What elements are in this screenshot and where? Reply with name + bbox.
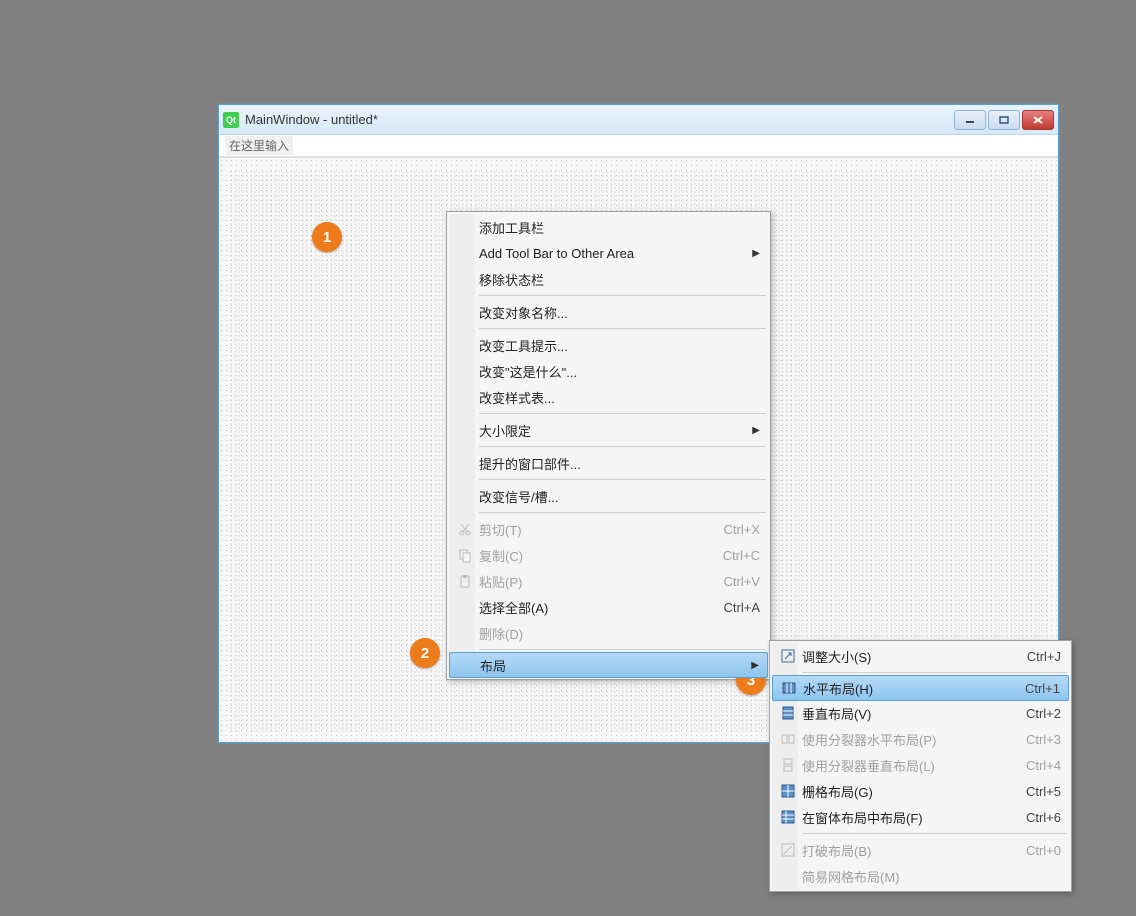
close-button[interactable] — [1022, 110, 1054, 130]
menu-add-toolbar[interactable]: 添加工具栏 — [449, 214, 768, 240]
titlebar[interactable]: Qt MainWindow - untitled* — [219, 105, 1058, 135]
window-buttons — [954, 110, 1054, 130]
cut-icon — [453, 522, 477, 536]
menu-separator — [802, 672, 1067, 673]
minimize-button[interactable] — [954, 110, 986, 130]
vertical-layout-icon — [776, 706, 800, 720]
menu-adjust-size[interactable]: 调整大小(S) Ctrl+J — [772, 643, 1069, 669]
maximize-button[interactable] — [988, 110, 1020, 130]
v-splitter-icon — [776, 758, 800, 772]
chevron-right-icon: ▶ — [747, 660, 759, 671]
menu-remove-statusbar[interactable]: 移除状态栏 — [449, 266, 768, 292]
window-title: MainWindow - untitled* — [245, 112, 378, 127]
menu-separator — [479, 413, 766, 414]
form-layout-icon — [776, 810, 800, 824]
menu-separator — [802, 833, 1067, 834]
menu-horizontal-layout[interactable]: 水平布局(H) Ctrl+1 — [772, 675, 1069, 701]
copy-icon — [453, 548, 477, 562]
menu-horizontal-splitter: 使用分裂器水平布局(P) Ctrl+3 — [772, 726, 1069, 752]
menu-promote-widget[interactable]: 提升的窗口部件... — [449, 450, 768, 476]
qt-icon: Qt — [223, 112, 239, 128]
menu-delete: 删除(D) — [449, 620, 768, 646]
menu-layout[interactable]: 布局 ▶ — [449, 652, 768, 678]
menu-form-layout[interactable]: 在窗体布局中布局(F) Ctrl+6 — [772, 804, 1069, 830]
menu-vertical-layout[interactable]: 垂直布局(V) Ctrl+2 — [772, 700, 1069, 726]
chevron-right-icon: ▶ — [748, 425, 760, 436]
menu-cut: 剪切(T) Ctrl+X — [449, 516, 768, 542]
menu-change-tooltip[interactable]: 改变工具提示... — [449, 332, 768, 358]
menu-copy: 复制(C) Ctrl+C — [449, 542, 768, 568]
menu-simple-grid-layout: 简易网格布局(M) — [772, 863, 1069, 889]
menu-change-object-name[interactable]: 改变对象名称... — [449, 299, 768, 325]
menu-separator — [479, 295, 766, 296]
close-icon — [1032, 115, 1044, 125]
paste-icon — [453, 574, 477, 588]
horizontal-layout-icon — [777, 681, 801, 695]
menu-separator — [479, 512, 766, 513]
menubar-placeholder[interactable]: 在这里输入 — [225, 136, 293, 155]
h-splitter-icon — [776, 732, 800, 746]
context-menu: 添加工具栏 Add Tool Bar to Other Area ▶ 移除状态栏… — [446, 211, 771, 680]
grid-layout-icon — [776, 784, 800, 798]
menu-change-signal-slot[interactable]: 改变信号/槽... — [449, 483, 768, 509]
adjust-size-icon — [776, 649, 800, 663]
break-layout-icon — [776, 843, 800, 857]
annotation-2: 2 — [410, 638, 440, 668]
menu-separator — [479, 649, 766, 650]
menu-separator — [479, 328, 766, 329]
chevron-right-icon: ▶ — [748, 248, 760, 259]
menubar[interactable]: 在这里输入 — [219, 135, 1058, 157]
menu-add-toolbar-area[interactable]: Add Tool Bar to Other Area ▶ — [449, 240, 768, 266]
layout-submenu: 调整大小(S) Ctrl+J 水平布局(H) Ctrl+1 垂直布局(V) Ct… — [769, 640, 1072, 892]
maximize-icon — [998, 115, 1010, 125]
minimize-icon — [964, 115, 976, 125]
annotation-1: 1 — [312, 222, 342, 252]
menu-separator — [479, 479, 766, 480]
menu-size-constraints[interactable]: 大小限定 ▶ — [449, 417, 768, 443]
menu-select-all[interactable]: 选择全部(A) Ctrl+A — [449, 594, 768, 620]
menu-vertical-splitter: 使用分裂器垂直布局(L) Ctrl+4 — [772, 752, 1069, 778]
menu-change-whatsthis[interactable]: 改变"这是什么"... — [449, 358, 768, 384]
menu-grid-layout[interactable]: 栅格布局(G) Ctrl+5 — [772, 778, 1069, 804]
menu-break-layout: 打破布局(B) Ctrl+0 — [772, 837, 1069, 863]
menu-change-stylesheet[interactable]: 改变样式表... — [449, 384, 768, 410]
menu-separator — [479, 446, 766, 447]
menu-paste: 粘贴(P) Ctrl+V — [449, 568, 768, 594]
